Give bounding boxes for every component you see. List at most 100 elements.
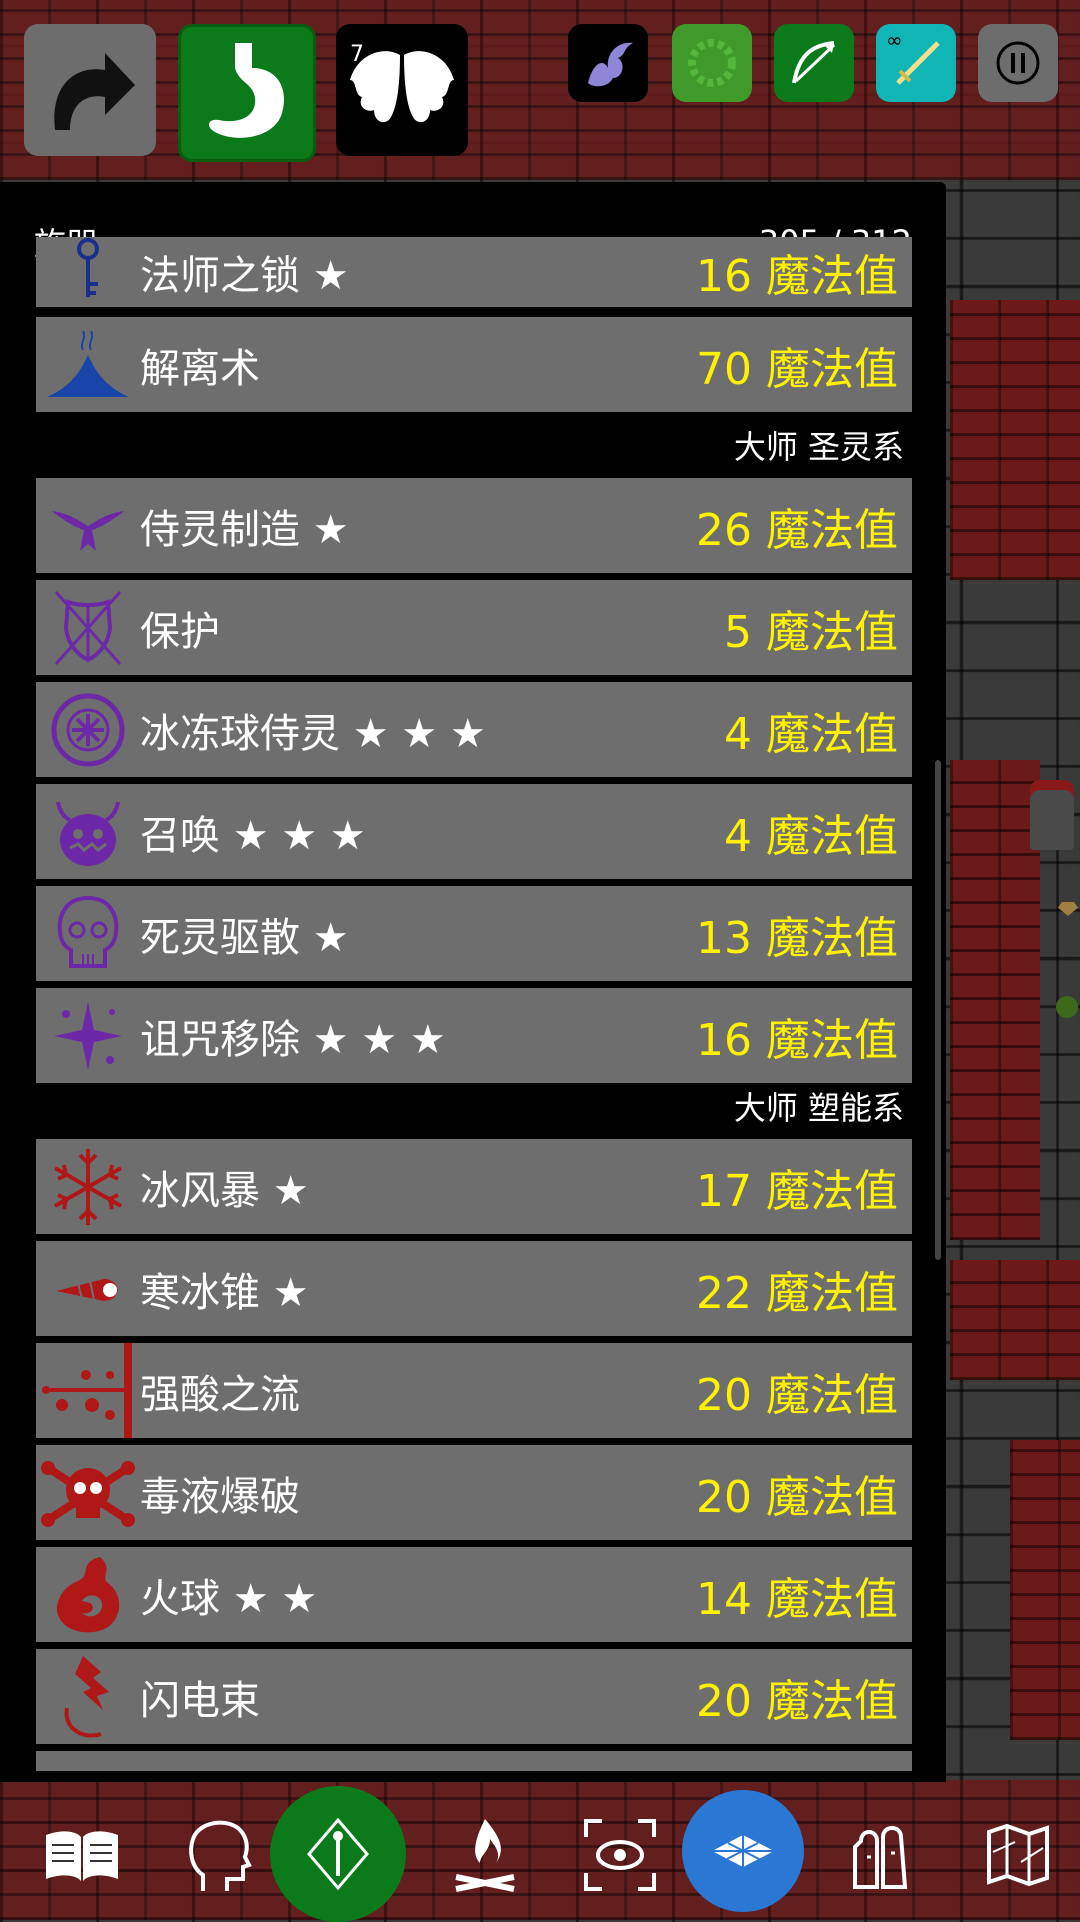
spell-row[interactable]: [36, 1751, 912, 1771]
spell-row[interactable]: 冰风暴 ★ 17 魔法值: [36, 1139, 912, 1234]
skull-crossbones-icon: [36, 1445, 140, 1540]
spell-cost: 4 魔法值: [724, 810, 898, 862]
look-icon: [584, 1819, 656, 1891]
spell-row[interactable]: 侍灵制造 ★ 26 魔法值: [36, 478, 912, 573]
dragon-icon: [588, 42, 633, 87]
character-button[interactable]: [158, 1810, 278, 1900]
spell-row[interactable]: 冰冻球侍灵 ★ ★ ★ 4 魔法值: [36, 682, 912, 777]
snowflake-icon: [36, 1139, 140, 1234]
wings-button[interactable]: 7: [336, 24, 468, 156]
demon-head-icon: [36, 784, 140, 879]
spell-name: 火球 ★ ★: [140, 1575, 318, 1622]
wall-brick: [950, 1260, 1080, 1380]
hunger-status-button[interactable]: [178, 24, 316, 162]
wings-count-label: 7: [350, 42, 364, 67]
skull-icon: [36, 886, 140, 981]
spell-name: 解离术: [140, 345, 260, 392]
spell-row[interactable]: 保护 5 魔法值: [36, 580, 912, 675]
campfire-icon: [455, 1819, 515, 1892]
melee-weapon-button[interactable]: ∞: [876, 24, 956, 102]
school-header: 大师 塑能系: [733, 1089, 904, 1127]
spell-panel: 施咒 305 / 312 法师之锁 ★ 16 魔法值 解离术 70 魔法值 大师…: [0, 182, 946, 1782]
spell-name: 冰风暴 ★: [140, 1167, 309, 1214]
fireball-icon: [36, 1547, 140, 1642]
ranged-weapon-button[interactable]: [774, 24, 854, 102]
wall-brick: [950, 760, 1040, 1240]
bow-arrow-icon: [792, 41, 836, 84]
overview-map-button[interactable]: [682, 1790, 804, 1912]
lightning-icon: [36, 1649, 140, 1744]
spell-name: 保护: [140, 608, 220, 655]
spell-cost: 4 魔法值: [724, 708, 898, 760]
spell-cost: 70 魔法值: [696, 343, 898, 395]
spell-name: 法师之锁 ★: [140, 253, 349, 299]
spell-cost: 17 魔法值: [696, 1165, 898, 1217]
key-icon: [36, 237, 140, 307]
spell-row[interactable]: 召唤 ★ ★ ★ 4 魔法值: [36, 784, 912, 879]
spell-cost: 16 魔法值: [696, 251, 898, 302]
world-map-button[interactable]: [958, 1810, 1078, 1900]
item-sprite: [1056, 996, 1078, 1018]
spell-row[interactable]: 寒冰锥 ★ 22 魔法值: [36, 1241, 912, 1336]
familiar-bird-icon: [36, 478, 140, 573]
spell-cost: 14 魔法值: [696, 1573, 898, 1625]
spell-row[interactable]: 诅咒移除 ★ ★ ★ 16 魔法值: [36, 988, 912, 1083]
spell-name: 死灵驱散 ★: [140, 914, 349, 961]
spell-cost: 5 魔法值: [724, 606, 898, 658]
green-gear-icon: [688, 39, 736, 87]
spell-name: 强酸之流: [140, 1371, 300, 1418]
spell-row[interactable]: 火球 ★ ★ 14 魔法值: [36, 1547, 912, 1642]
stomach-icon: [208, 43, 284, 138]
spell-row[interactable]: 解离术 70 魔法值: [36, 317, 912, 412]
spell-name: 召唤 ★ ★ ★: [140, 812, 366, 859]
ammo-infinite-label: ∞: [886, 28, 903, 52]
spell-name: 诅咒移除 ★ ★ ★: [140, 1016, 446, 1063]
redo-button[interactable]: [24, 24, 156, 156]
spell-cost: 20 魔法值: [696, 1675, 898, 1727]
spell-cost: 16 魔法值: [696, 1014, 898, 1066]
gem-sprite: [1058, 902, 1078, 916]
freezing-sphere-icon: [36, 682, 140, 777]
pause-icon: [996, 41, 1040, 85]
spell-row[interactable]: 死灵驱散 ★ 13 魔法值: [36, 886, 912, 981]
head-icon: [189, 1820, 252, 1891]
cast-button[interactable]: [270, 1786, 406, 1922]
spell-name: 毒液爆破: [140, 1473, 300, 1520]
pause-button[interactable]: [978, 24, 1058, 102]
spellbook-icon: [46, 1831, 118, 1881]
spell-cost: 20 魔法值: [696, 1369, 898, 1421]
monster-sprite: [1030, 780, 1074, 850]
disintegrate-icon: [36, 317, 140, 412]
rest-button[interactable]: [425, 1810, 545, 1900]
spell-cost: 20 魔法值: [696, 1471, 898, 1523]
spell-row[interactable]: 闪电束 20 魔法值: [36, 1649, 912, 1744]
spell-cost: 26 魔法值: [696, 504, 898, 556]
shield-icon: [36, 580, 140, 675]
sparkle-icon: [36, 988, 140, 1083]
look-button[interactable]: [560, 1810, 680, 1900]
world-map-icon: [987, 1823, 1049, 1887]
spell-name: 冰冻球侍灵 ★ ★ ★: [140, 710, 486, 757]
inventory-icon: [853, 1826, 908, 1889]
wall-brick: [1010, 1440, 1080, 1740]
inventory-button[interactable]: [820, 1810, 940, 1900]
acid-stream-icon: [36, 1343, 140, 1438]
spell-row[interactable]: 法师之锁 ★ 16 魔法值: [36, 237, 912, 307]
cone-of-cold-icon: [36, 1241, 140, 1336]
scrollbar[interactable]: [935, 760, 941, 1260]
wall-brick: [950, 300, 1080, 580]
spell-cost: 13 魔法值: [696, 912, 898, 964]
spell-row[interactable]: 强酸之流 20 魔法值: [36, 1343, 912, 1438]
spell-row[interactable]: 毒液爆破 20 魔法值: [36, 1445, 912, 1540]
spell-cost: 22 魔法值: [696, 1267, 898, 1319]
companion-button[interactable]: [568, 24, 648, 102]
school-header: 大师 圣灵系: [733, 428, 904, 466]
cast-icon: [307, 1817, 369, 1891]
spellbook-button[interactable]: [22, 1810, 142, 1900]
spell-name: 侍灵制造 ★: [140, 506, 349, 553]
spell-name: 闪电束: [140, 1677, 260, 1724]
status-effect-button[interactable]: [672, 24, 752, 102]
map-grid-icon: [712, 1835, 774, 1867]
spell-name: 寒冰锥 ★: [140, 1269, 309, 1316]
redo-arrow-icon: [54, 53, 135, 130]
